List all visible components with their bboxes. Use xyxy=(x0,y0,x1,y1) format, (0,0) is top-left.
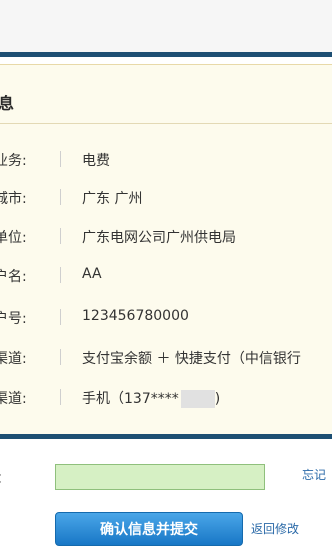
confirmation-info-panel xyxy=(0,64,332,434)
row-label-account-number: 户号: xyxy=(0,311,27,327)
row-value-payment-channel: 支付宝余额 ＋ 快捷支付（中信银行 xyxy=(82,351,301,367)
row-separator xyxy=(60,228,61,244)
panel-bottom-divider xyxy=(0,434,332,439)
back-to-edit-link[interactable]: 返回修改 xyxy=(251,520,299,537)
row-separator xyxy=(60,349,61,365)
forgot-password-link[interactable]: 忘记 xyxy=(302,466,326,483)
panel-title-divider xyxy=(0,123,332,124)
row-separator xyxy=(60,189,61,205)
masked-digits xyxy=(180,390,215,408)
row-separator xyxy=(60,309,61,325)
row-separator xyxy=(60,151,61,167)
row-label-verify-channel: 渠道: xyxy=(0,391,27,407)
header-divider xyxy=(0,52,332,57)
row-separator xyxy=(60,389,61,405)
closing-paren: ) xyxy=(214,391,221,407)
top-strip xyxy=(0,0,332,52)
row-label-city: 城市: xyxy=(0,191,27,207)
panel-title: 息 xyxy=(0,94,15,113)
row-value-unit: 广东电网公司广州供电局 xyxy=(82,230,236,246)
row-value-account-name: AA xyxy=(82,266,102,282)
payment-password-input[interactable] xyxy=(55,464,265,490)
row-label-account-name: 户名: xyxy=(0,269,27,285)
row-label-unit: 单位: xyxy=(0,230,27,246)
confirm-submit-button[interactable]: 确认信息并提交 xyxy=(55,512,243,546)
row-label-payment-channel: 渠道: xyxy=(0,351,27,367)
row-value-business: 电费 xyxy=(82,153,110,169)
row-value-verify-channel: 手机（137****) xyxy=(82,388,220,408)
phone-number-text: 手机（137**** xyxy=(82,391,179,407)
row-value-account-number: 123456780000 xyxy=(82,308,189,324)
row-separator xyxy=(60,267,61,283)
row-value-city: 广东 广州 xyxy=(82,191,143,207)
row-label-business: 业务: xyxy=(0,153,27,169)
password-label: ： xyxy=(0,468,10,488)
